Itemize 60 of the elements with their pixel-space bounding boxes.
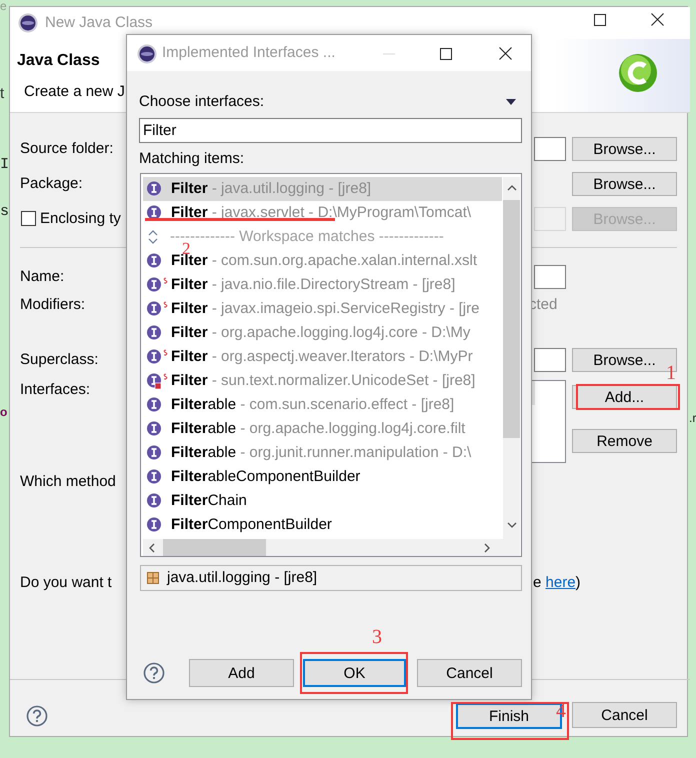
input-field[interactable] [534, 265, 566, 289]
package-icon [147, 572, 159, 584]
browse-button[interactable]: Browse... [572, 137, 677, 161]
add-button[interactable]: Add... [572, 385, 677, 409]
background-text: .r [689, 410, 696, 427]
app-icon [18, 13, 38, 33]
scroll-right-icon[interactable] [484, 543, 490, 553]
close-icon[interactable] [651, 13, 664, 26]
input-field[interactable] [534, 137, 566, 161]
window-title: New Java Class [45, 13, 153, 33]
field-label: Package: [20, 174, 83, 194]
prompt-text: Which method [20, 472, 116, 492]
cancel-button[interactable]: Cancel [417, 659, 522, 687]
interface-icon [146, 301, 168, 317]
page-heading: Java Class [17, 51, 100, 71]
chevrons-icon [148, 229, 158, 245]
background-text: e [0, 0, 7, 15]
interface-icon [146, 349, 168, 365]
ok-button[interactable]: OK [303, 659, 406, 687]
scroll-up-icon[interactable] [507, 185, 517, 191]
background-text: I [0, 156, 10, 174]
interface-icon [146, 373, 168, 389]
field-label: Superclass: [20, 350, 98, 370]
add-button[interactable]: Add [189, 659, 294, 687]
browse-button[interactable]: Browse... [572, 172, 677, 196]
field-label: Interfaces: [20, 380, 90, 400]
remove-button[interactable]: Remove [572, 429, 677, 453]
dropdown-icon[interactable] [506, 99, 516, 105]
maximize-icon[interactable] [594, 14, 606, 26]
annotation-number: 3 [372, 626, 382, 648]
scrollbar-thumb[interactable] [163, 539, 266, 556]
field-label: Choose interfaces: [139, 92, 264, 112]
here-link[interactable]: here [546, 574, 576, 591]
scroll-left-icon[interactable] [149, 543, 155, 553]
cancel-button[interactable]: Cancel [572, 702, 677, 728]
app-icon [137, 44, 157, 64]
page-description: Create a new J [24, 82, 125, 102]
background-text: o [0, 404, 8, 421]
field-label: Matching items: [139, 149, 244, 169]
prompt-text: Do you want t [20, 573, 112, 593]
field-label: Modifiers: [20, 295, 86, 315]
list-item[interactable]: Filter - java.util.logging - [jre8] [143, 177, 502, 201]
interface-icon [146, 277, 168, 293]
status-text: java.util.logging - [jre8] [167, 568, 318, 588]
background-text: t [0, 85, 4, 103]
field-label: Source folder: [20, 139, 114, 159]
field-label: Name: [20, 267, 64, 287]
checkbox-label: Enclosing ty [40, 209, 121, 229]
window-title: Implemented Interfaces ... [162, 43, 336, 63]
maximize-icon[interactable] [440, 48, 452, 60]
class-icon [618, 53, 658, 93]
help-icon[interactable] [143, 662, 165, 684]
filter-field[interactable]: Filter [139, 118, 522, 143]
scrollbar-thumb[interactable] [503, 200, 520, 438]
close-icon[interactable] [499, 47, 512, 60]
scroll-down-icon[interactable] [507, 522, 517, 528]
input-field[interactable] [534, 348, 566, 372]
background-text: s [0, 203, 10, 221]
prompt-text: e here) [533, 573, 581, 593]
help-icon[interactable] [26, 705, 48, 727]
